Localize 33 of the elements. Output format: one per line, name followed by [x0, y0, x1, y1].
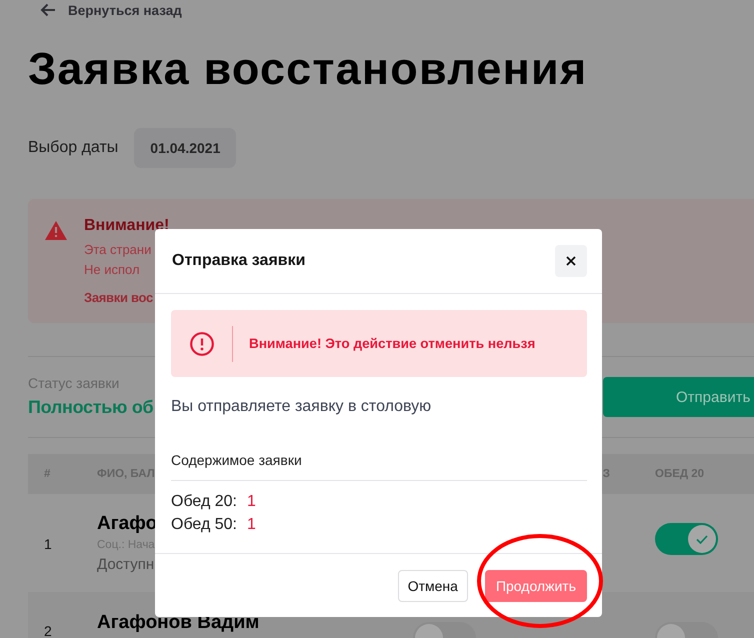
page-title: Заявка восстановления — [28, 42, 588, 96]
cancel-button[interactable]: Отмена — [398, 570, 468, 602]
row-number: 1 — [43, 536, 53, 550]
close-button[interactable] — [555, 245, 587, 277]
item-label: Обед 50: — [171, 515, 237, 535]
warning-text: Эта страни — [84, 241, 152, 259]
status-value: Полностью об — [28, 396, 154, 419]
person-note: Доступн — [97, 555, 154, 575]
person-name: Агафонов Вадим — [97, 611, 260, 635]
continue-button[interactable]: Продолжить — [484, 570, 587, 602]
date-field[interactable]: 01.04.2021 — [134, 128, 236, 168]
warning-icon — [45, 221, 67, 240]
close-icon — [566, 256, 576, 266]
dialog-message: Вы отправляете заявку в столовую — [171, 397, 432, 417]
person-name: Агафо — [97, 512, 158, 536]
arrow-left-icon — [40, 3, 56, 17]
alert-icon — [190, 332, 214, 356]
warning-text: Не испол — [84, 261, 140, 279]
date-label: Выбор даты — [28, 139, 118, 157]
send-button[interactable]: Отправить — [603, 377, 754, 417]
alert-text: Внимание! Это действие отменить нельзя — [249, 336, 536, 351]
item-value: 1 — [247, 515, 256, 535]
item-value: 1 — [247, 492, 256, 512]
check-icon — [696, 534, 708, 544]
row-number: 2 — [43, 624, 53, 638]
warning-link[interactable]: Заявки вос — [84, 288, 153, 308]
item-label: Обед 20: — [171, 492, 237, 512]
back-link[interactable]: Вернуться назад — [40, 0, 182, 20]
column-header: # — [43, 468, 50, 480]
dialog-title: Отправка заявки — [172, 252, 306, 270]
toggle-switch[interactable] — [655, 523, 718, 555]
contents-title: Содержимое заявки — [171, 452, 302, 468]
warning-title: Внимание! — [84, 216, 170, 236]
